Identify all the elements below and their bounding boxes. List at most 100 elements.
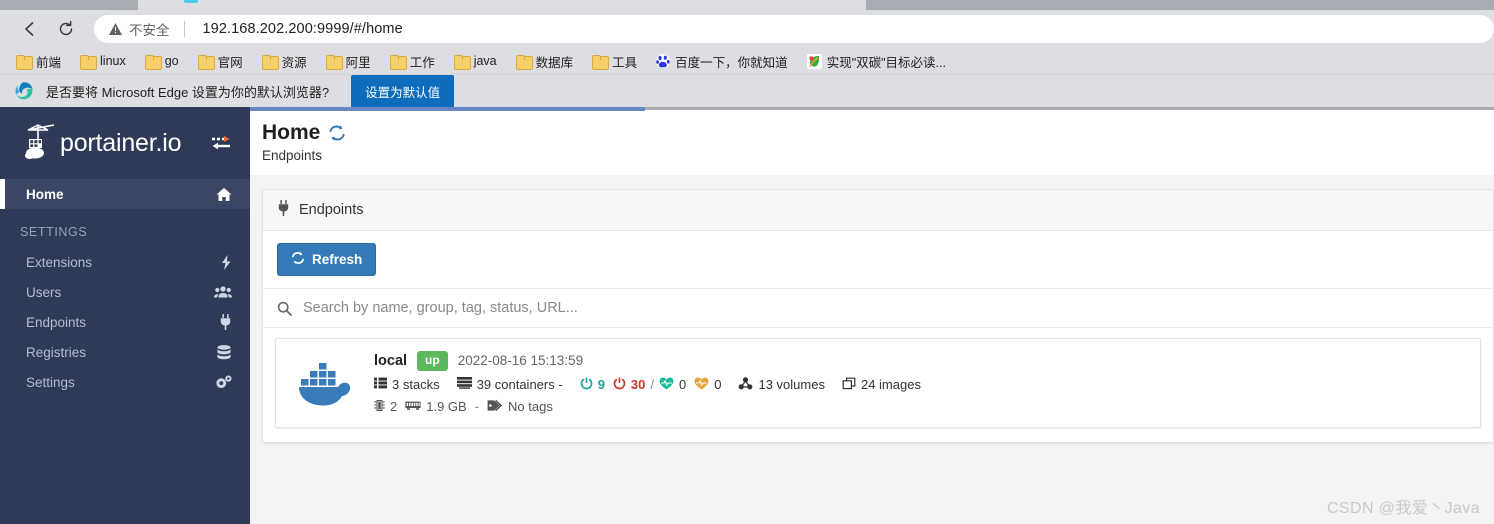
edge-banner-message: 是否要将 Microsoft Edge 设置为你的默认浏览器? [46,84,330,100]
security-label: 不安全 [129,23,170,38]
stat-volumes: 13 volumes [738,376,825,393]
panel-header: Endpoints [263,190,1493,231]
page-title: Home [262,121,1494,145]
bookmark-label: 实现"双碳"目标必读... [826,55,946,70]
tab-loading-indicator [184,0,198,3]
images-icon [842,377,856,393]
resources-separator: - [474,399,480,415]
refresh-button[interactable]: Refresh [277,243,377,276]
panel-header-label: Endpoints [299,202,364,218]
memory-value: 1.9 GB [426,399,467,415]
endpoint-stats-line: 3 stacks 39 containers - 9 30 / 0 0 13 v… [374,376,1466,393]
stat-running: 9 [580,376,605,393]
folder-icon [197,54,215,70]
sidebar-item-endpoints[interactable]: Endpoints [0,307,250,337]
bookmark-item[interactable]: 工作 [388,50,443,73]
stacks-label: 3 stacks [392,377,440,393]
panel-actions: Refresh [263,231,1493,289]
refresh-button-label: Refresh [312,252,363,267]
bookmark-item[interactable]: 官网 [196,50,251,73]
bookmark-item[interactable]: 数据库 [514,50,582,73]
folder-icon [80,54,98,70]
url-text: 192.168.202.200:9999/#/home [202,21,403,37]
bookmark-item[interactable]: java [452,52,505,70]
plug-icon [277,200,290,220]
running-count: 9 [597,377,605,393]
page-header: Home Endpoints [250,111,1494,175]
bookmark-item[interactable]: go [143,52,187,70]
bookmark-item[interactable]: 资源 [260,50,315,73]
folder-icon [144,54,162,70]
stat-stopped: 30 / 0 0 [613,376,721,393]
bookmark-item[interactable]: 百度一下，你就知道 [654,50,796,73]
database-icon [214,344,232,360]
endpoint-item-local[interactable]: local up 2022-08-16 15:13:59 3 stacks 39… [275,338,1481,428]
sidebar-item-home[interactable]: Home [0,179,250,209]
folder-icon [592,54,610,70]
bookmark-label: go [164,54,179,68]
portainer-logo-icon [24,122,58,164]
bookmark-item[interactable]: linux [78,52,134,70]
stat-tags: No tags [487,399,553,415]
brand-name: portainer.io [60,128,182,157]
tab-strip [0,0,1494,10]
folder-icon [453,54,471,70]
main-content: Home Endpoints Endpoints Refresh Search … [250,107,1494,524]
bookmark-label: 工作 [409,55,435,70]
stat-images: 24 images [842,377,921,393]
search-input[interactable] [303,300,1479,316]
bookmark-item[interactable]: 阿里 [324,50,379,73]
bookmark-label: 前端 [36,55,62,70]
sync-icon [291,251,305,268]
bookmark-item[interactable]: 实现"双碳"目标必读... [805,50,954,73]
containers-label: 39 containers - [476,377,563,393]
endpoint-info: local up 2022-08-16 15:13:59 3 stacks 39… [374,351,1466,415]
search-icon [277,301,292,316]
stats-slash: / [650,377,655,393]
tab-stub[interactable] [0,0,138,10]
sidebar-item-extensions[interactable]: Extensions [0,247,250,277]
bookmark-label: linux [100,54,126,68]
app-viewport: portainer.io Home SETTINGS Extensions Us… [0,107,1494,524]
folder-icon [515,54,533,70]
sync-icon[interactable] [328,124,346,142]
heartbeat-healthy-icon [659,377,674,393]
stacks-icon [374,377,387,392]
home-icon [214,187,232,202]
sidebar-item-users[interactable]: Users [0,277,250,307]
sidebar-item-registries[interactable]: Registries [0,337,250,367]
power-off-icon [613,376,626,393]
endpoint-list: local up 2022-08-16 15:13:59 3 stacks 39… [263,328,1493,442]
gears-icon [214,375,232,390]
healthy-count: 0 [679,377,687,393]
search-row [263,289,1493,328]
bookmark-label: 工具 [612,55,638,70]
bookmark-label: 数据库 [535,55,574,70]
collapse-sidebar-toggle[interactable] [210,134,232,152]
stat-stacks: 3 stacks [374,377,440,392]
bookmark-item[interactable]: 前端 [14,50,69,73]
address-bar[interactable]: 不安全 192.168.202.200:9999/#/home [94,15,1494,43]
sidebar-item-settings[interactable]: Settings [0,367,250,397]
users-icon [214,285,232,299]
memory-icon [405,399,421,414]
back-button[interactable] [12,14,48,44]
csdn-watermark: CSDN @我爱丶Java [1326,500,1480,517]
tab-strip-right-area [866,0,1494,10]
status-badge: up [417,351,448,371]
folder-icon [325,54,343,70]
security-indicator[interactable]: 不安全 [108,19,170,39]
bookmark-label: java [473,54,497,68]
sidebar-item-label: Endpoints [26,314,87,330]
bolt-icon [214,254,232,270]
images-label: 24 images [860,377,921,393]
bookmark-item[interactable]: 工具 [590,50,645,73]
browser-toolbar: 不安全 192.168.202.200:9999/#/home [0,10,1494,48]
reload-button[interactable] [48,14,84,44]
endpoint-timestamp: 2022-08-16 15:13:59 [457,353,584,369]
brand-header: portainer.io [0,107,250,179]
sidebar-item-label: Settings [26,374,75,390]
page-loading-bar-track [645,107,1494,110]
set-default-browser-button[interactable]: 设置为默认值 [351,74,455,108]
endpoints-panel: Endpoints Refresh Search by name, group,… [262,189,1494,443]
